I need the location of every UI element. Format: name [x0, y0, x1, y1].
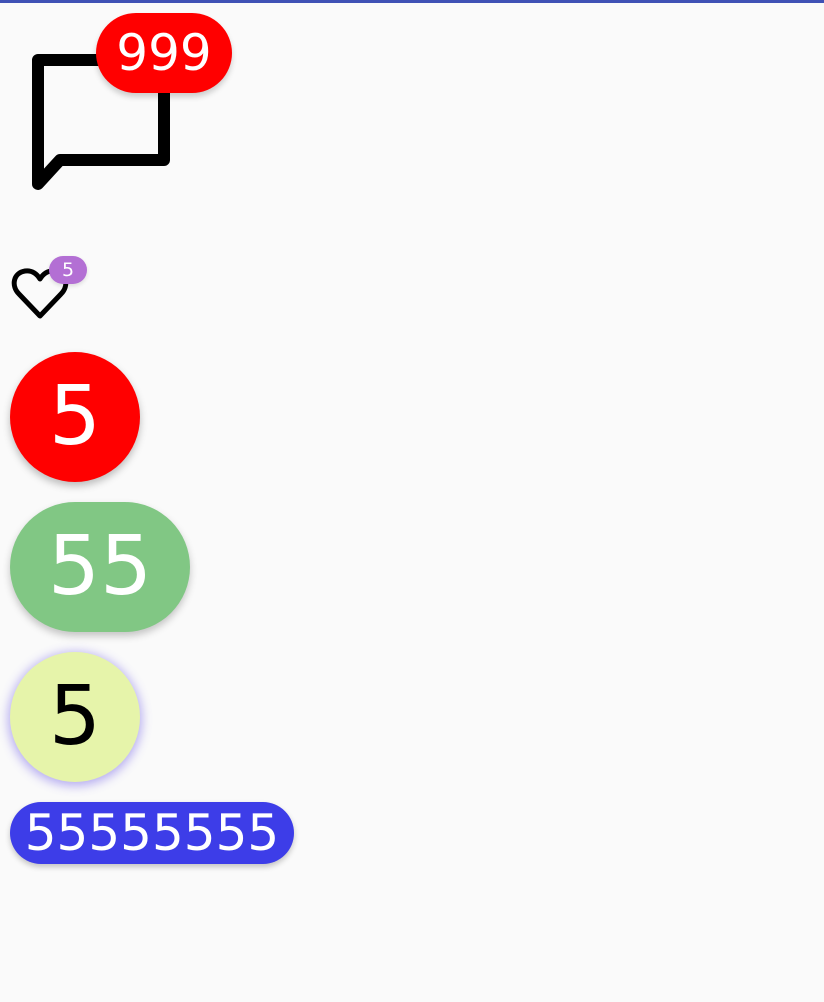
- badge-yellow-circle: 5: [10, 652, 140, 782]
- badge-blue-pill: 55555555: [10, 802, 294, 864]
- heart-badge: 5: [49, 256, 87, 284]
- badge-red-circle: 5: [10, 352, 140, 482]
- top-bar: [0, 0, 824, 3]
- chat-badge: 999: [96, 13, 232, 93]
- badge-green-pill: 55: [10, 502, 190, 632]
